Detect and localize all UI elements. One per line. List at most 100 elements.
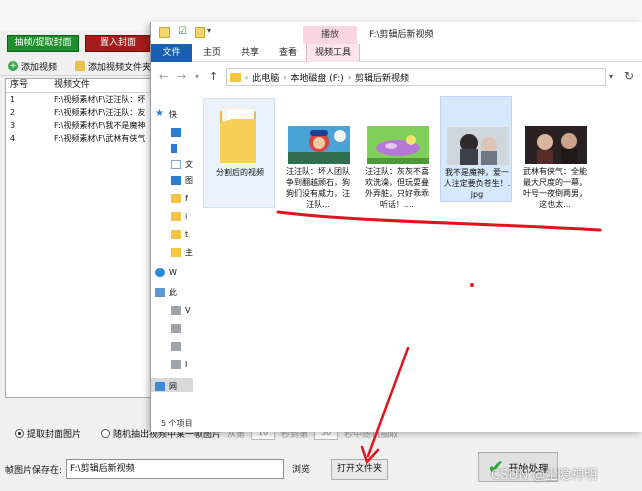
breadcrumb-drive[interactable]: 本地磁盘 (F:) — [290, 71, 343, 84]
network-icon — [155, 381, 165, 391]
ribbon-context-tab-play[interactable]: 播放 — [303, 26, 357, 44]
file-item-label: 汪汪队：灰灰不喜欢洗澡，但玩耍叠外弄脏，只好乖乖听话！.... — [365, 167, 429, 209]
app-toolbar: + 添加视频 添加视频文件夹 — [0, 56, 152, 76]
nav-item-drive[interactable] — [171, 340, 185, 352]
download-icon — [171, 143, 177, 153]
drive-icon — [171, 305, 181, 315]
table-row[interactable]: 2 F:\视频素材\F\汪汪队：友 — [6, 106, 151, 119]
pictures-icon — [171, 175, 181, 185]
extract-cover-option-label: 提取封面图片 — [27, 429, 82, 440]
column-header-file[interactable]: 视频文件 — [50, 79, 151, 92]
nav-item-pictures[interactable]: 图 — [171, 174, 193, 186]
open-folder-button[interactable]: 打开文件夹 — [331, 459, 388, 480]
row-no: 4 — [10, 134, 16, 143]
folder-icon — [75, 61, 85, 71]
file-item-video[interactable]: 汪汪队：坏人团队争到翻越顾石，狗狗们没有威力，汪汪队... — [282, 98, 354, 209]
nav-item-onedrive[interactable]: W — [155, 266, 177, 278]
refresh-icon[interactable]: ↻ — [624, 69, 634, 83]
row-file: F:\视频素材\F\我不是魔神 — [54, 121, 146, 130]
file-item-label: 汪汪队：坏人团队争到翻越顾石，狗狗们没有威力，汪汪队... — [286, 167, 350, 209]
nav-item-this-pc[interactable]: 此 — [155, 286, 177, 298]
watermark: CSDN @尘隐神明 — [491, 468, 598, 483]
table-row[interactable]: 1 F:\视频素材\F\汪汪队：坏 — [6, 93, 151, 106]
nav-item-network[interactable]: 网 — [155, 380, 177, 392]
extract-cover-button[interactable]: 抽帧/提取封面 — [7, 35, 79, 52]
drive-icon — [171, 323, 181, 333]
nav-item-drive-selected[interactable]: I — [171, 358, 187, 370]
nav-item-drive[interactable] — [171, 322, 185, 334]
properties-icon[interactable]: ☑ — [178, 26, 187, 37]
desktop-icon — [171, 127, 181, 137]
navigation-pane[interactable]: ★ 快 文 图 f i t 主 W 此 V I 网 — [151, 102, 193, 412]
add-video-button[interactable]: + 添加视频 — [8, 59, 57, 73]
extract-cover-radio[interactable] — [15, 428, 24, 438]
address-bar[interactable]: › 此电脑 › 本地磁盘 (F:) › 剪辑后新视频 — [226, 68, 606, 86]
tab-video-tools[interactable]: 视频工具 — [306, 44, 360, 62]
new-folder-icon[interactable] — [195, 27, 205, 38]
tab-file[interactable]: 文件 — [151, 44, 192, 62]
table-row[interactable]: 4 F:\视频素材\F\武林有侠气 — [6, 132, 151, 145]
folder-icon — [220, 106, 256, 163]
plus-icon: + — [8, 61, 18, 71]
table-row[interactable]: 3 F:\视频素材\F\我不是魔神 — [6, 119, 151, 132]
nav-item-drive[interactable]: V — [171, 304, 190, 316]
add-video-folder-label: 添加视频文件夹 — [88, 62, 152, 73]
quick-access-dropdown-icon[interactable]: ▾ — [207, 26, 211, 35]
file-item-image-selected[interactable]: 我不是魔神，爱一人注定要负苍生！.jpg — [440, 96, 512, 202]
tab-share[interactable]: 共享 — [232, 44, 268, 62]
star-icon: ★ — [155, 108, 164, 119]
nav-item-documents[interactable]: 文 — [171, 158, 193, 170]
add-video-folder-button[interactable]: 添加视频文件夹 — [75, 59, 151, 73]
row-no: 2 — [10, 108, 16, 117]
chevron-right-icon: › — [347, 72, 352, 82]
video-thumbnail — [288, 126, 350, 164]
file-item-video[interactable]: 汪汪队：灰灰不喜欢洗澡，但玩耍叠外弄脏，只好乖乖听话！.... — [361, 98, 433, 209]
column-header-no[interactable]: 序号 — [6, 79, 50, 92]
window-title: F:\剪辑后新视频 — [369, 30, 434, 40]
drive-icon — [171, 341, 181, 351]
chevron-right-icon: › — [283, 72, 287, 82]
nav-item-downloads[interactable] — [171, 142, 181, 154]
file-explorer-window[interactable]: ☑ ▾ 播放 F:\剪辑后新视频 文件 主页 共享 查看 视频工具 ← → ▾ … — [150, 22, 642, 432]
nav-item-quick-access[interactable]: ★ 快 — [155, 108, 177, 120]
recent-dropdown-icon[interactable]: ▾ — [195, 72, 199, 81]
extract-cover-option[interactable]: 提取封面图片 — [15, 427, 81, 440]
back-arrow-icon[interactable]: ← — [159, 70, 168, 83]
nav-item-desktop[interactable] — [171, 126, 185, 138]
folder-icon — [159, 27, 170, 38]
file-item-label: 武林有侠气：全能最大尺度的一幕，叶号一夜倒两男，这也太... — [523, 167, 587, 209]
row-file: F:\视频素材\F\武林有侠气 — [54, 134, 146, 143]
folder-icon — [171, 193, 181, 203]
tab-view[interactable]: 查看 — [271, 44, 305, 62]
address-dropdown-icon[interactable]: ▾ — [609, 72, 613, 81]
row-no: 3 — [10, 121, 16, 130]
document-icon — [171, 159, 181, 169]
file-item-label: 分割后的视频 — [216, 168, 264, 177]
file-item-video[interactable]: 武林有侠气：全能最大尺度的一幕，叶号一夜倒两男，这也太... — [519, 98, 591, 209]
random-frame-radio[interactable] — [101, 428, 111, 438]
chevron-right-icon: › — [245, 72, 249, 82]
folder-icon — [171, 211, 181, 221]
breadcrumb-this-pc[interactable]: 此电脑 — [252, 71, 279, 84]
browse-button[interactable]: 浏览 — [292, 462, 310, 475]
cloud-icon — [155, 267, 165, 277]
explorer-title-bar[interactable]: ☑ ▾ 播放 F:\剪辑后新视频 — [151, 22, 642, 44]
video-thumbnail — [367, 126, 429, 164]
nav-item-folder[interactable]: t — [171, 228, 188, 240]
file-view[interactable]: 分割后的视频 汪汪队：坏人团队争到翻越顾石，狗狗们没有威力，汪汪队... 汪汪队… — [199, 96, 639, 246]
nav-item-folder[interactable]: f — [171, 192, 188, 204]
forward-arrow-icon[interactable]: → — [177, 70, 186, 83]
video-thumbnail — [525, 126, 587, 164]
tab-home[interactable]: 主页 — [195, 44, 229, 62]
image-thumbnail — [447, 127, 509, 165]
file-item-folder[interactable]: 分割后的视频 — [203, 98, 275, 208]
import-cover-button[interactable]: 置入封面 — [85, 35, 151, 52]
save-path-input[interactable]: F:\剪辑后新视频 — [66, 459, 285, 479]
up-arrow-icon[interactable]: ↑ — [209, 70, 218, 83]
breadcrumb-folder[interactable]: 剪辑后新视频 — [355, 71, 409, 84]
nav-item-folder[interactable]: i — [171, 210, 187, 222]
video-file-list[interactable]: 序号 视频文件 1 F:\视频素材\F\汪汪队：坏 2 F:\视频素材\F\汪汪… — [5, 78, 152, 398]
folder-icon — [171, 247, 181, 257]
nav-item-folder[interactable]: 主 — [171, 246, 193, 258]
save-path-label: 帧图片保存在: — [5, 465, 63, 476]
